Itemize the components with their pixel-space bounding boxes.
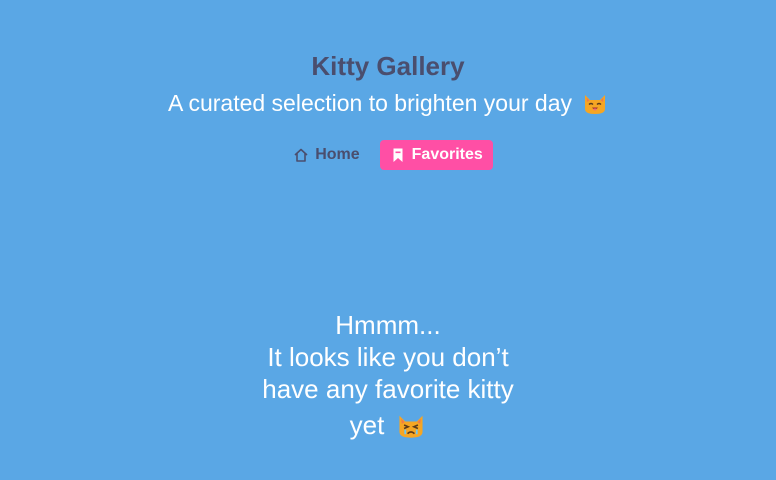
nav-home-link[interactable]: Home bbox=[283, 140, 369, 170]
header: Kitty Gallery A curated selection to bri… bbox=[0, 48, 776, 120]
nav-favorites-label: Favorites bbox=[411, 146, 483, 163]
empty-line-2: It looks like you don’t bbox=[267, 342, 509, 372]
bookmark-icon bbox=[393, 148, 403, 162]
main-nav: Home Favorites bbox=[0, 140, 776, 170]
page-title: Kitty Gallery bbox=[311, 51, 465, 81]
page-subtitle: A curated selection to brighten your day bbox=[0, 86, 776, 120]
crying-cat-icon bbox=[399, 415, 423, 438]
nav-favorites-link[interactable]: Favorites bbox=[379, 140, 493, 170]
empty-line-3: have any favorite kitty bbox=[262, 374, 514, 404]
home-icon bbox=[294, 148, 308, 162]
empty-line-4-text: yet bbox=[349, 410, 385, 440]
subtitle-text: A curated selection to brighten your day bbox=[167, 90, 573, 116]
smiling-cat-icon bbox=[585, 95, 606, 114]
empty-line-4: yet bbox=[0, 409, 776, 441]
empty-favorites-message: Hmmm... It looks like you don’t have any… bbox=[0, 309, 776, 441]
nav-home-label: Home bbox=[315, 146, 360, 163]
empty-line-1: Hmmm... bbox=[335, 310, 441, 340]
kitty-gallery-page: Kitty Gallery A curated selection to bri… bbox=[0, 0, 776, 480]
